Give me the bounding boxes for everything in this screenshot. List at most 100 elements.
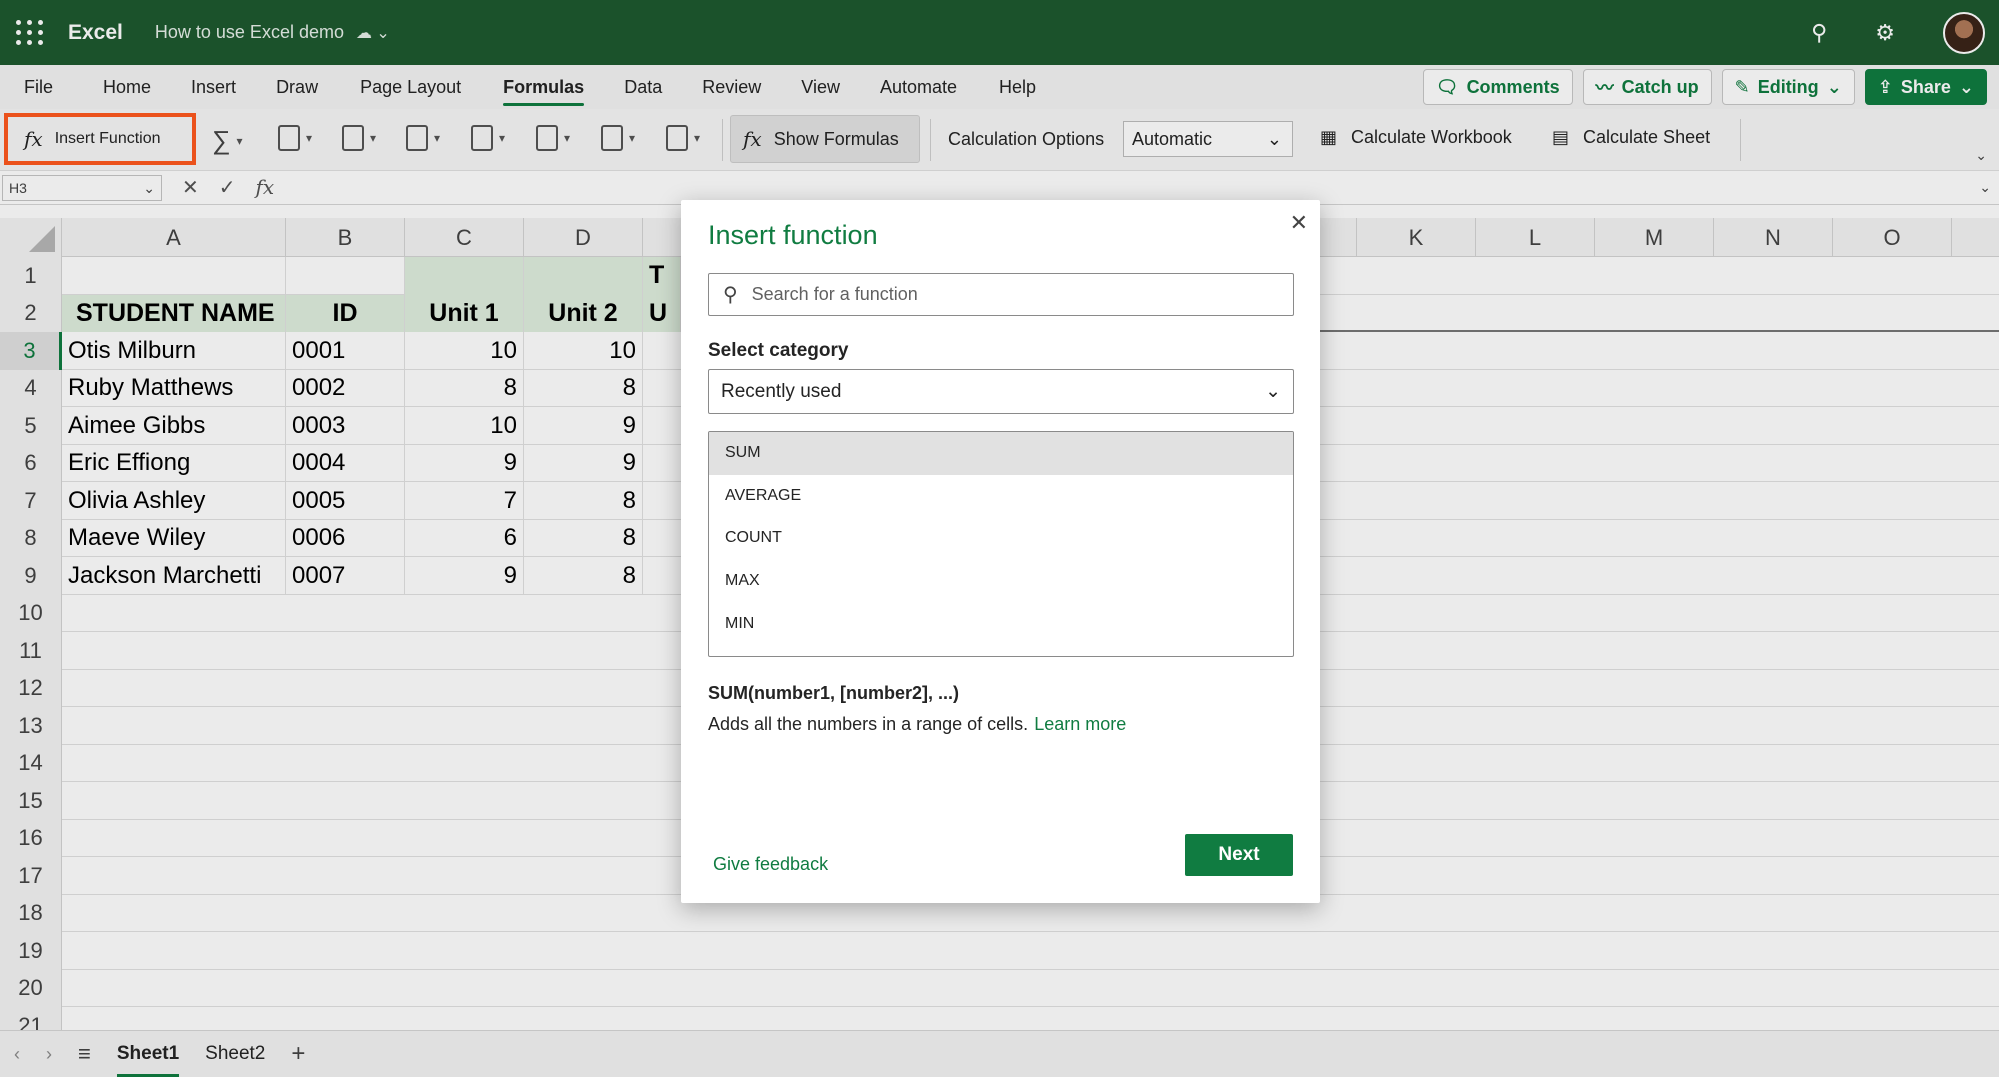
expand-formula-bar-icon[interactable]: ⌄	[1979, 179, 1991, 196]
check-icon[interactable]: ✓	[219, 175, 236, 200]
menu-file[interactable]: File	[24, 67, 53, 108]
row-header[interactable]: 1	[0, 257, 62, 295]
column-header[interactable]: M	[1595, 218, 1714, 257]
date-time-button[interactable]: ▾	[471, 125, 505, 151]
cloud-saved-icon[interactable]: ☁ ⌄	[356, 23, 390, 43]
cell-unit2[interactable]: 9	[524, 407, 643, 445]
cell-unit2[interactable]: 8	[524, 369, 643, 407]
row-header[interactable]: 8	[0, 519, 62, 557]
sheet-tab-sheet1[interactable]: Sheet1	[116, 1037, 180, 1077]
cell-student-name[interactable]: Ruby Matthews	[62, 369, 286, 407]
menu-view[interactable]: View	[801, 67, 840, 108]
function-item-max[interactable]: MAX	[709, 560, 1293, 603]
calculate-workbook-button[interactable]: ▦ Calculate Workbook	[1320, 127, 1512, 148]
next-button[interactable]: Next	[1185, 834, 1293, 876]
show-formulas-button[interactable]: fx Show Formulas	[730, 115, 920, 163]
cell[interactable]	[286, 257, 405, 295]
cell-header-unit3-partial[interactable]: U	[643, 294, 681, 332]
cell-unit2[interactable]: 10	[524, 332, 643, 370]
column-header[interactable]: D	[524, 218, 643, 257]
text-functions-button[interactable]: ▾	[406, 125, 440, 151]
function-item-average[interactable]: AVERAGE	[709, 475, 1293, 518]
sheet-tab-sheet2[interactable]: Sheet2	[205, 1037, 265, 1071]
catch-up-button[interactable]: 〰 Catch up	[1582, 69, 1712, 105]
row-header[interactable]: 15	[0, 782, 62, 820]
row-header[interactable]: 17	[0, 857, 62, 895]
app-name[interactable]: Excel	[68, 21, 123, 45]
ribbon-collapse-icon[interactable]: ⌄	[1975, 147, 1987, 164]
row-header[interactable]: 21	[0, 1007, 62, 1030]
insert-function-icon[interactable]: fx	[256, 175, 275, 200]
row-header[interactable]: 20	[0, 969, 62, 1007]
cell-student-name[interactable]: Aimee Gibbs	[62, 407, 286, 445]
row-header[interactable]: 16	[0, 819, 62, 857]
cell-id[interactable]: 0007	[286, 557, 405, 595]
cell-id[interactable]: 0005	[286, 482, 405, 520]
cell-header-student-name[interactable]: STUDENT NAME	[62, 294, 286, 332]
cell[interactable]	[405, 257, 524, 295]
function-item-count[interactable]: COUNT	[709, 517, 1293, 560]
recently-used-button[interactable]: ▾	[278, 125, 312, 151]
app-launcher-icon[interactable]	[12, 16, 46, 50]
row-header[interactable]: 19	[0, 932, 62, 970]
row-header[interactable]: 6	[0, 444, 62, 482]
cell-header-id[interactable]: ID	[286, 294, 405, 332]
cell-header-unit1[interactable]: Unit 1	[405, 294, 524, 332]
formula-input[interactable]	[296, 175, 1969, 201]
share-button[interactable]: ⇪ Share ⌄	[1864, 69, 1987, 105]
column-header[interactable]: L	[1476, 218, 1595, 257]
row-header[interactable]: 7	[0, 482, 62, 520]
cell-student-name[interactable]: Otis Milburn	[62, 332, 286, 370]
close-icon[interactable]: ✕	[1290, 210, 1308, 236]
column-header[interactable]: N	[1714, 218, 1833, 257]
more-functions-button[interactable]: ▾	[666, 125, 700, 151]
next-sheet-icon[interactable]: ›	[46, 1044, 52, 1065]
math-trig-button[interactable]: ▾	[601, 125, 635, 151]
function-item-min[interactable]: MIN	[709, 602, 1293, 645]
cell-unit2[interactable]: 8	[524, 482, 643, 520]
cell-id[interactable]: 0004	[286, 444, 405, 482]
menu-draw[interactable]: Draw	[276, 67, 318, 108]
calculation-mode-select[interactable]: Automatic ⌄	[1123, 121, 1293, 157]
all-sheets-menu-icon[interactable]: ≡	[78, 1041, 91, 1067]
give-feedback-link[interactable]: Give feedback	[713, 854, 828, 875]
menu-automate[interactable]: Automate	[880, 67, 957, 108]
menu-review[interactable]: Review	[702, 67, 761, 108]
cell-id[interactable]: 0006	[286, 519, 405, 557]
row-header[interactable]: 5	[0, 407, 62, 445]
previous-sheet-icon[interactable]: ‹	[14, 1044, 20, 1065]
cell-unit1[interactable]: 10	[405, 332, 524, 370]
editing-mode-button[interactable]: ✎ Editing ⌄	[1721, 69, 1855, 105]
cell-unit1[interactable]: 6	[405, 519, 524, 557]
row-header[interactable]: 9	[0, 557, 62, 595]
menu-help[interactable]: Help	[999, 67, 1036, 108]
insert-function-button[interactable]: fx Insert Function	[4, 113, 196, 165]
menu-formulas[interactable]: Formulas	[503, 67, 585, 108]
menu-insert[interactable]: Insert	[191, 67, 236, 108]
autosum-button[interactable]: ∑ ▾	[212, 125, 243, 156]
row-header[interactable]: 11	[0, 632, 62, 670]
column-header[interactable]: K	[1357, 218, 1476, 257]
menu-page-layout[interactable]: Page Layout	[360, 67, 461, 108]
category-select[interactable]: Recently used ⌄	[708, 369, 1294, 414]
cell-id[interactable]: 0001	[286, 332, 405, 370]
name-box[interactable]: H3 ⌄	[2, 175, 162, 201]
cell-student-name[interactable]: Jackson Marchetti	[62, 557, 286, 595]
cell-id[interactable]: 0003	[286, 407, 405, 445]
cell-title-partial[interactable]: T	[643, 257, 681, 295]
cancel-icon[interactable]: ✕	[182, 175, 199, 200]
learn-more-link[interactable]: Learn more	[1034, 714, 1126, 734]
column-header[interactable]: B	[286, 218, 405, 257]
lookup-button[interactable]: ▾	[536, 125, 570, 151]
cell-unit2[interactable]: 8	[524, 557, 643, 595]
select-all-corner[interactable]	[0, 218, 62, 257]
column-header[interactable]: O	[1833, 218, 1952, 257]
gear-icon[interactable]: ⚙	[1875, 20, 1895, 46]
calculate-sheet-button[interactable]: ▤ Calculate Sheet	[1552, 127, 1710, 148]
avatar[interactable]	[1943, 11, 1985, 54]
column-header[interactable]: A	[62, 218, 286, 257]
function-search-input[interactable]	[751, 284, 1272, 305]
search-icon[interactable]: ⚲	[1811, 20, 1827, 46]
cell-unit1[interactable]: 8	[405, 369, 524, 407]
cell-unit1[interactable]: 9	[405, 444, 524, 482]
